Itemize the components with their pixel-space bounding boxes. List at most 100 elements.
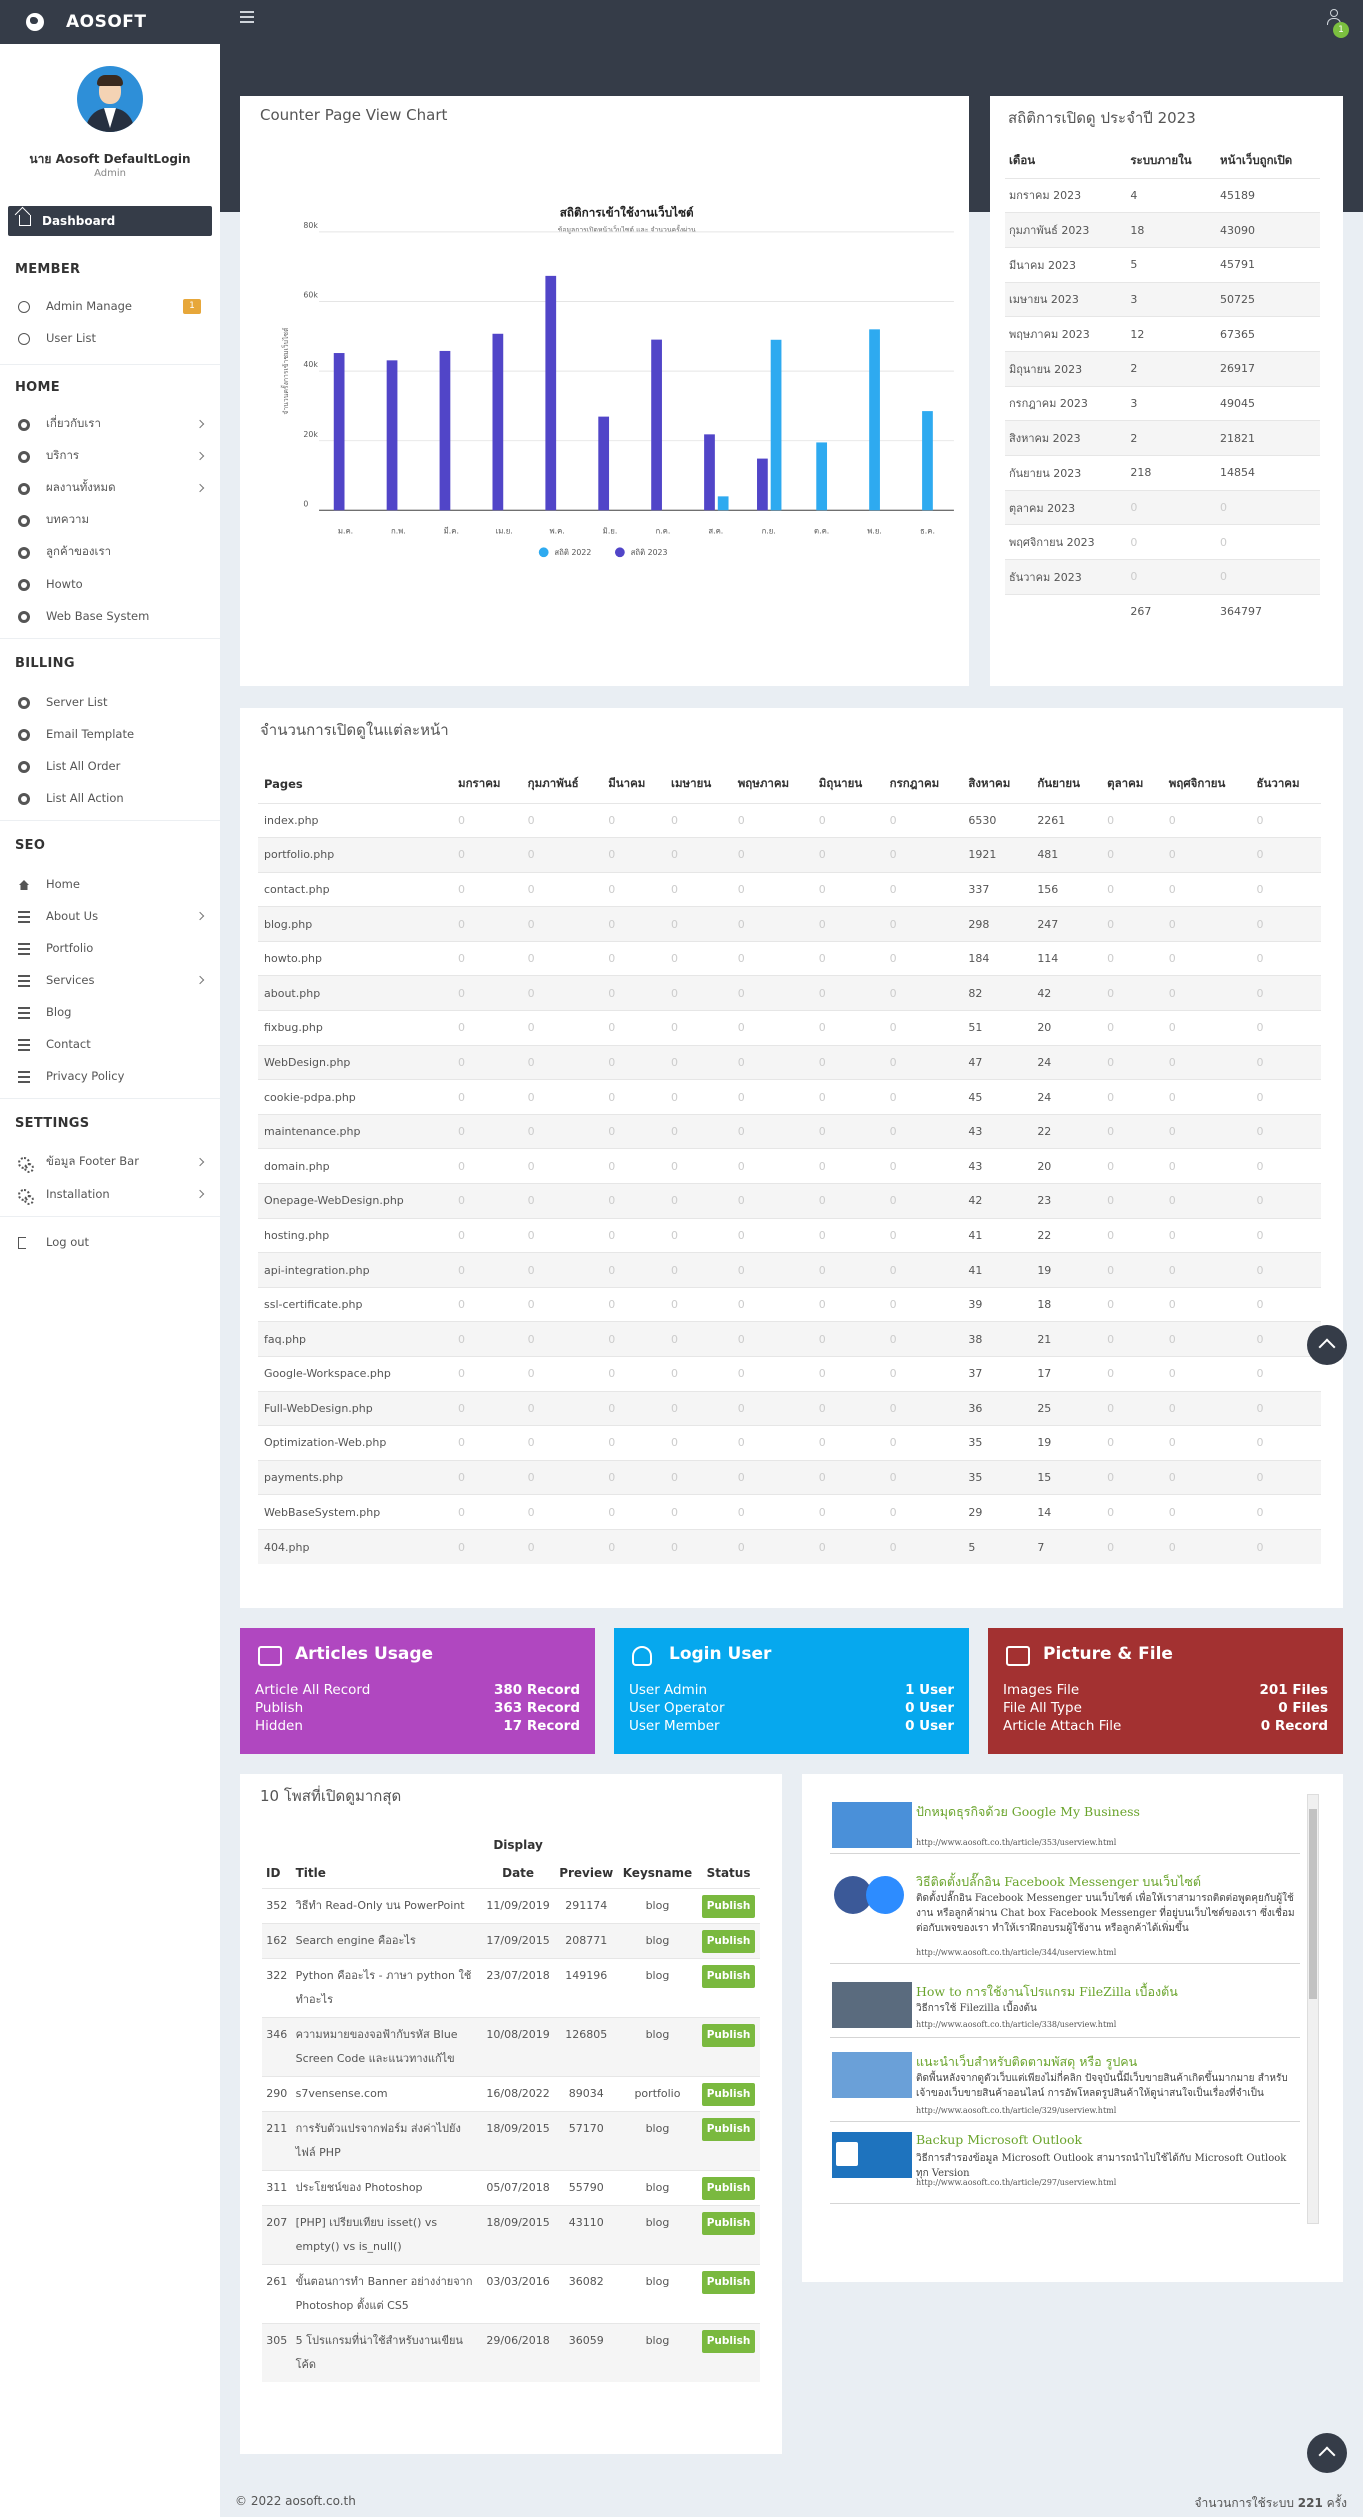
feed-item-title[interactable]: Backup Microsoft Outlook [916, 2132, 1082, 2147]
sidebar-item-services[interactable]: บริการ [0, 445, 220, 467]
sidebar-item-label: List All Order [46, 759, 121, 773]
article-feed[interactable]: ปักหมุดธุรกิจด้วย Google My Business http… [830, 1794, 1315, 2224]
status-badge[interactable]: Publish [701, 2329, 756, 2353]
sidebar-item-seo-services[interactable]: Services [0, 969, 220, 991]
table-cell: 0 [1101, 975, 1163, 1011]
sidebar-item-email-template[interactable]: Email Template [0, 723, 220, 745]
page-name: about.php [258, 975, 453, 1011]
table-cell: 0 [812, 802, 884, 838]
table-cell: 0 [521, 1010, 603, 1046]
table-cell: 0 [812, 1390, 884, 1426]
sidebar-item-seo-about[interactable]: About Us [0, 905, 220, 927]
page-name: ssl-certificate.php [258, 1286, 453, 1322]
sidebar-item-installation[interactable]: Installation [0, 1183, 220, 1205]
sidebar-item-web-base-system[interactable]: Web Base System [0, 605, 220, 627]
status-cell: Publish [697, 2169, 760, 2205]
feed-item[interactable]: แนะนำเว็บสำหรับติดตามพัสดุ หรือ รูปคน ติด… [830, 2044, 1300, 2122]
status-badge[interactable]: Publish [701, 2211, 756, 2235]
table-cell: 0 [1101, 1425, 1163, 1461]
sidebar-item-seo-privacy[interactable]: Privacy Policy [0, 1065, 220, 1087]
status-badge[interactable]: Publish [701, 2270, 756, 2294]
scroll-to-top-button[interactable] [1307, 2433, 1347, 2473]
sidebar-item-logout[interactable]: Log out [0, 1231, 220, 1253]
sidebar-item-customers[interactable]: ลูกค้าของเรา [0, 541, 220, 563]
sidebar-item-seo-home[interactable]: Home [0, 873, 220, 895]
post-date: 18/09/2015 [481, 2110, 555, 2170]
page-name: fixbug.php [258, 1010, 453, 1046]
feed-scrollbar[interactable] [1307, 1794, 1319, 2224]
sidebar-item-articles[interactable]: บทความ [0, 509, 220, 531]
sidebar-item-admin-manage[interactable]: Admin Manage 1 [0, 295, 220, 317]
post-preview: 43110 [554, 2204, 618, 2264]
table-cell: 0 [1162, 1356, 1251, 1392]
feed-item[interactable]: Backup Microsoft Outlook วิธีการสำรองข้อม… [830, 2124, 1300, 2204]
table-cell: 0 [812, 1010, 884, 1046]
scroll-to-top-button[interactable] [1307, 1325, 1347, 1365]
table-cell: 5 [962, 1528, 1032, 1565]
table-cell: 0 [1162, 1425, 1251, 1461]
feed-item[interactable]: How to การใช้งานโปรแกรม FileZilla เบื้อง… [830, 1974, 1300, 2038]
box-label: Article All Record [255, 1682, 371, 1698]
post-preview: 208771 [554, 1922, 618, 1958]
table-cell: กุมภาพันธ์ 2023 [1005, 212, 1127, 248]
post-title: วิธีทำ Read-Only บน PowerPoint [291, 1887, 482, 1923]
sidebar-item-howto[interactable]: Howto [0, 573, 220, 595]
sidebar-item-list-all-order[interactable]: List All Order [0, 755, 220, 777]
sidebar-item-label: List All Action [46, 791, 124, 805]
table-cell: 0 [1250, 1425, 1321, 1461]
feed-item-url[interactable]: http://www.aosoft.co.th/article/344/user… [916, 1948, 1116, 1957]
feed-item-url[interactable]: http://www.aosoft.co.th/article/329/user… [916, 2106, 1116, 2115]
feed-item-url[interactable]: http://www.aosoft.co.th/article/297/user… [916, 2178, 1116, 2187]
feed-item-title[interactable]: How to การใช้งานโปรแกรม FileZilla เบื้อง… [916, 1982, 1178, 2002]
page-name: howto.php [258, 940, 453, 976]
brand[interactable]: AOSOFT [0, 0, 220, 44]
sidebar-item-label: บทความ [46, 512, 90, 526]
feed-item-title[interactable]: แนะนำเว็บสำหรับติดตามพัสดุ หรือ รูปคน [916, 2052, 1137, 2072]
sidebar-item-about[interactable]: เกี่ยวกับเรา [0, 413, 220, 435]
post-keysname: blog [617, 2263, 698, 2323]
sidebar-item-seo-blog[interactable]: Blog [0, 1001, 220, 1023]
yearly-stats-table: เดือน ระบบภายใน หน้าเว็บถูกเปิด มกราคม 2… [1005, 144, 1320, 629]
table-cell: 0 [452, 1217, 522, 1253]
sidebar-item-portfolio[interactable]: ผลงานทั้งหมด [0, 477, 220, 499]
top-posts-table: Display ID Title Date Preview Keysname S… [262, 1832, 760, 2382]
feed-item[interactable]: ปักหมุดธุรกิจด้วย Google My Business http… [830, 1794, 1300, 1854]
post-date: 05/07/2018 [481, 2169, 555, 2205]
bar-2023 [439, 350, 451, 511]
notification-badge[interactable]: 1 [1333, 22, 1349, 38]
feed-item-title[interactable]: ปักหมุดธุรกิจด้วย Google My Business [916, 1802, 1140, 1822]
status-badge[interactable]: Publish [701, 2176, 756, 2200]
status-badge[interactable]: Publish [701, 2082, 756, 2106]
status-badge[interactable]: Publish [701, 2117, 756, 2141]
table-cell: 0 [1250, 1252, 1321, 1288]
compass-icon [18, 451, 30, 463]
table-cell: 0 [1162, 906, 1251, 942]
table-cell: 6530 [962, 802, 1032, 838]
post-id: 346 [262, 2016, 292, 2076]
status-badge[interactable]: Publish [701, 1894, 756, 1918]
home-icon [18, 879, 30, 891]
feed-item-url[interactable]: http://www.aosoft.co.th/article/353/user… [916, 1838, 1116, 1847]
feed-item[interactable]: วิธีติดตั้งปลั๊กอิน Facebook Messenger บ… [830, 1864, 1300, 1964]
sidebar-item-dashboard[interactable]: Dashboard [8, 206, 212, 236]
status-badge[interactable]: Publish [701, 2023, 756, 2047]
sidebar-item-seo-portfolio[interactable]: Portfolio [0, 937, 220, 959]
sidebar-item-list-all-action[interactable]: List All Action [0, 787, 220, 809]
status-badge[interactable]: Publish [701, 1964, 756, 1988]
sidebar-item-footer-bar[interactable]: ข้อมูล Footer Bar [0, 1151, 220, 1173]
feed-item-title[interactable]: วิธีติดตั้งปลั๊กอิน Facebook Messenger บ… [916, 1872, 1201, 1892]
sidebar-item-server-list[interactable]: Server List [0, 691, 220, 713]
table-cell: 0 [602, 1321, 666, 1357]
article-thumbnail [832, 1982, 912, 2028]
sidebar-item-seo-contact[interactable]: Contact [0, 1033, 220, 1055]
post-title: [PHP] เปรียบเทียบ isset() vs empty() vs … [291, 2204, 482, 2264]
sidebar-item-user-list[interactable]: User List [0, 327, 220, 349]
menu-toggle-icon[interactable] [240, 11, 254, 23]
table-cell: มีนาคม 2023 [1005, 246, 1127, 283]
status-badge[interactable]: Publish [701, 1929, 756, 1953]
post-id: 211 [262, 2110, 292, 2170]
table-cell: 0 [812, 1528, 884, 1565]
table-cell: 0 [883, 837, 963, 873]
user-icon[interactable] [1326, 9, 1341, 25]
feed-item-url[interactable]: http://www.aosoft.co.th/article/338/user… [916, 2020, 1116, 2029]
